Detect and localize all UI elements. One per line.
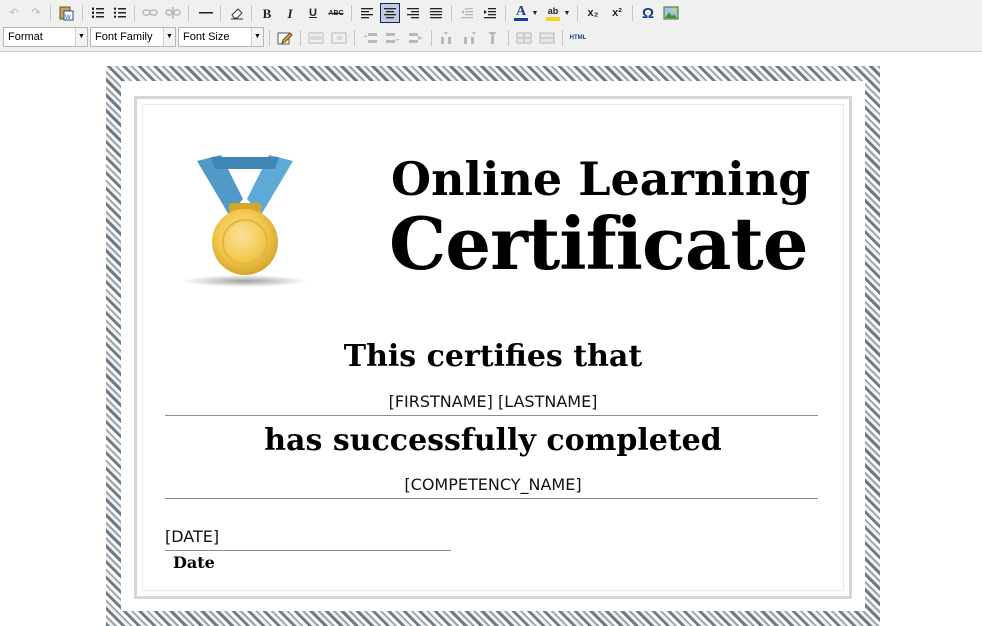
toolbar-separator [188, 5, 189, 21]
font-color-dropdown-arrow-icon[interactable]: ▼ [530, 3, 540, 23]
indent-icon[interactable] [480, 3, 500, 23]
italic-button[interactable]: I [280, 3, 300, 23]
highlight-dropdown-arrow-icon[interactable]: ▼ [562, 3, 572, 23]
split-cells-icon[interactable] [514, 28, 534, 48]
outdent-icon[interactable] [457, 3, 477, 23]
insert-row-before-icon[interactable] [360, 28, 380, 48]
subscript-button[interactable]: x₂ [583, 3, 603, 23]
name-underline [165, 415, 818, 416]
link-icon[interactable] [140, 3, 160, 23]
strikethrough-button[interactable]: ABC [326, 3, 346, 23]
font-color-icon[interactable]: A [511, 3, 531, 23]
certificate-title-line-2: Certificate [389, 201, 809, 286]
certifies-text: This certifies that [343, 339, 643, 374]
toolbar-separator [82, 5, 83, 21]
toolbar-separator [351, 5, 352, 21]
toolbar-separator [451, 5, 452, 21]
align-left-icon[interactable] [357, 3, 377, 23]
edit-source-icon[interactable] [275, 28, 295, 48]
format-select-value: Format [8, 31, 43, 43]
font-size-select-value: Font Size [183, 31, 230, 43]
toolbar-separator [508, 30, 509, 46]
date-underline [165, 550, 451, 551]
table-row-props-icon[interactable] [306, 28, 326, 48]
table-cell-props-icon[interactable] [329, 28, 349, 48]
completed-text: has successfully completed [264, 423, 722, 458]
medal-icon [183, 149, 307, 294]
bold-button[interactable]: B [257, 3, 277, 23]
align-right-icon[interactable] [403, 3, 423, 23]
align-justify-icon[interactable] [426, 3, 446, 23]
paste-word-icon[interactable]: W [56, 3, 76, 23]
font-family-select-value: Font Family [95, 31, 153, 43]
font-family-select[interactable]: Font Family ▼ [90, 27, 176, 47]
horizontal-rule-icon[interactable] [196, 3, 216, 23]
insert-col-before-icon[interactable] [437, 28, 457, 48]
certificate-title-line-1: Online Learning [391, 152, 811, 206]
eraser-icon[interactable] [227, 3, 247, 23]
toolbar-separator [562, 30, 563, 46]
delete-col-icon[interactable] [483, 28, 503, 48]
toolbar-separator [50, 5, 51, 21]
date-label: Date [173, 553, 215, 572]
toolbar-separator [269, 30, 270, 46]
date-placeholder[interactable]: [DATE] [165, 527, 219, 546]
toolbar-separator [354, 30, 355, 46]
chevron-down-icon: ▼ [163, 28, 175, 46]
superscript-button[interactable]: x² [607, 3, 627, 23]
highlight-color-icon[interactable]: ab [543, 3, 563, 23]
toolbar-separator [577, 5, 578, 21]
align-center-icon[interactable] [380, 3, 400, 23]
toolbar-separator [220, 5, 221, 21]
svg-text:W: W [65, 15, 71, 21]
editor-toolbar: ↶ ↷ W B I U ABC A ▼ ab ▼ x₂ x² Ω Format … [0, 0, 982, 52]
toolbar-separator [251, 5, 252, 21]
insert-col-after-icon[interactable] [460, 28, 480, 48]
insert-image-icon[interactable] [661, 3, 681, 23]
underline-button[interactable]: U [303, 3, 323, 23]
unlink-icon[interactable] [163, 3, 183, 23]
undo-icon[interactable]: ↶ [4, 3, 24, 23]
competency-underline [165, 498, 818, 499]
html-source-button[interactable]: HTML [566, 28, 590, 48]
insert-row-after-icon[interactable] [383, 28, 403, 48]
bullet-list-icon[interactable] [110, 3, 130, 23]
certificate-frame: Online Learning Certificate This certifi… [106, 66, 880, 626]
toolbar-separator [134, 5, 135, 21]
toolbar-separator [431, 30, 432, 46]
toolbar-separator [505, 5, 506, 21]
competency-name-placeholder[interactable]: [COMPETENCY_NAME] [121, 475, 865, 494]
redo-icon[interactable]: ↷ [26, 3, 46, 23]
chevron-down-icon: ▼ [251, 28, 263, 46]
numbered-list-icon[interactable] [88, 3, 108, 23]
toolbar-separator [632, 5, 633, 21]
toolbar-separator [300, 30, 301, 46]
format-select[interactable]: Format ▼ [3, 27, 88, 47]
delete-row-icon[interactable] [406, 28, 426, 48]
chevron-down-icon: ▼ [75, 28, 87, 46]
special-character-button[interactable]: Ω [638, 3, 658, 23]
recipient-name-placeholder[interactable]: [FIRSTNAME] [LASTNAME] [121, 392, 865, 411]
font-size-select[interactable]: Font Size ▼ [178, 27, 264, 47]
merge-cells-icon[interactable] [537, 28, 557, 48]
